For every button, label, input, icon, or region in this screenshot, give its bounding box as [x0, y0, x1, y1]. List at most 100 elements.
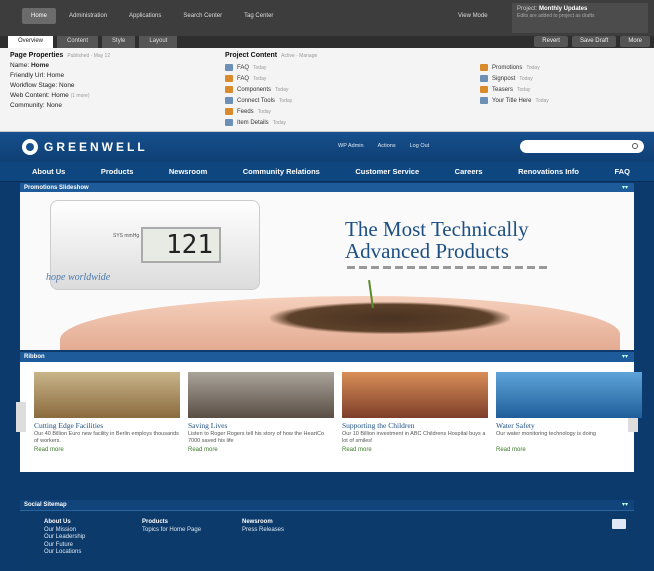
admin-nav: Home Administration Applications Search …: [22, 8, 282, 24]
list-item[interactable]: Promotions Today: [480, 63, 645, 72]
about-us-link[interactable]: About Us: [44, 519, 71, 525]
item-label: Item Details: [237, 119, 269, 126]
ribbon-card[interactable]: Water Safety Our water monitoring techno…: [496, 372, 642, 453]
logo-mark-icon: [22, 139, 38, 155]
view-mode-toggle[interactable]: View Mode: [458, 13, 488, 19]
main-menu: About Us Products Newsroom Community Rel…: [0, 162, 654, 182]
list-item[interactable]: Feeds Today: [225, 107, 390, 116]
page-icon: [225, 97, 233, 104]
menu-renovations-info[interactable]: Renovations Info: [518, 162, 579, 182]
menu-newsroom[interactable]: Newsroom: [169, 162, 207, 182]
our-leadership-link[interactable]: Our Leadership: [44, 534, 85, 540]
list-item[interactable]: Your Title Here Today: [480, 96, 645, 105]
site-preview: GREENWELL WP Admin Actions Log Out About…: [0, 132, 654, 571]
project-content-title: Project Content: [225, 52, 278, 59]
list-item[interactable]: Item Details Today: [225, 118, 390, 127]
ribbon-title: Ribbon: [24, 354, 45, 360]
panel-options-icon[interactable]: ▾▾: [622, 501, 628, 508]
nav-tag-center[interactable]: Tag Center: [235, 8, 282, 24]
card-image: [34, 372, 180, 418]
item-label: Feeds: [237, 108, 254, 115]
list-item[interactable]: FAQ Today: [225, 63, 390, 72]
our-locations-link[interactable]: Our Locations: [44, 549, 81, 555]
soil-image: [270, 302, 510, 334]
item-label: Your Title Here: [492, 97, 532, 104]
menu-products[interactable]: Products: [101, 162, 134, 182]
screen: Home Administration Applications Search …: [0, 0, 654, 571]
card-image: [342, 372, 488, 418]
web-content-icon: [480, 86, 488, 93]
slideshow-tagline: hope worldwide: [46, 272, 111, 283]
list-item[interactable]: Signpost Today: [480, 74, 645, 83]
revert-button[interactable]: Revert: [534, 36, 568, 47]
read-more-link[interactable]: Read more: [342, 447, 488, 453]
menu-customer-service[interactable]: Customer Service: [355, 162, 419, 182]
project-label: Project:: [517, 6, 538, 12]
item-date: Today: [519, 75, 533, 82]
slideshow-headline: The Most Technically Advanced Products: [345, 218, 529, 262]
mail-icon[interactable]: [612, 519, 626, 529]
log-out-link[interactable]: Log Out: [410, 143, 430, 149]
topics-link[interactable]: Topics for Home Page: [142, 527, 201, 533]
read-more-link[interactable]: Read more: [188, 447, 334, 453]
project-content: Project Content Active · Manage FAQ Today …: [225, 52, 645, 127]
our-mission-link[interactable]: Our Mission: [44, 527, 76, 533]
card-title: Supporting the Children: [342, 421, 415, 430]
newsroom-links: Newsroom Press Releases: [242, 519, 284, 534]
tab-style[interactable]: Style: [102, 36, 136, 48]
save-draft-button[interactable]: Save Draft: [571, 36, 617, 47]
menu-community-relations[interactable]: Community Relations: [243, 162, 320, 182]
search-icon[interactable]: [632, 143, 638, 149]
tab-overview[interactable]: Overview: [8, 36, 54, 48]
edit-toolbar: Overview Content Style Layout Revert Sav…: [0, 36, 654, 48]
ribbon-card[interactable]: Supporting the Children Our 10 Billion i…: [342, 372, 488, 453]
nav-administration[interactable]: Administration: [60, 8, 116, 24]
wp-admin-link[interactable]: WP Admin: [338, 143, 364, 149]
press-releases-link[interactable]: Press Releases: [242, 527, 284, 533]
community: Community: None: [10, 102, 63, 109]
item-date: Today: [257, 108, 272, 115]
project-content-actions[interactable]: Active · Manage: [281, 53, 317, 59]
brand-name: GREENWELL: [44, 140, 148, 154]
web-content-link[interactable]: Web Content: Home: [10, 92, 69, 99]
list-item[interactable]: Components Today: [225, 85, 390, 94]
project-indicator[interactable]: Project: Monthly Updates Edits are added…: [512, 3, 648, 33]
more-button[interactable]: More: [620, 36, 650, 47]
friendly-url: Friendly Url: Home: [10, 72, 65, 79]
panel-options-icon[interactable]: ▾▾: [622, 353, 628, 360]
menu-careers[interactable]: Careers: [455, 162, 483, 182]
list-item[interactable]: FAQ Today: [225, 74, 390, 83]
project-content-col-1: FAQ Today FAQ Today Components Today Connec…: [225, 61, 390, 127]
headline-subtext: [347, 266, 547, 269]
panel-options-icon[interactable]: ▾▾: [622, 184, 628, 191]
our-future-link[interactable]: Our Future: [44, 542, 73, 548]
list-item[interactable]: Teasers Today: [480, 85, 645, 94]
ribbon-card[interactable]: Saving Lives Listen to Roger Rogers tell…: [188, 372, 334, 453]
web-content-more[interactable]: (1 more): [71, 93, 90, 99]
project-note: Edits are added to project as drafts: [517, 13, 595, 19]
read-more-link[interactable]: Read more: [496, 447, 642, 453]
slideshow-title: Promotions Slideshow: [24, 185, 89, 191]
ribbon-card[interactable]: Cutting Edge Facilities Our 40 Billion E…: [34, 372, 180, 453]
site-search-input[interactable]: [520, 140, 644, 153]
page-properties: Page Properties Published · May 12 Name: …: [10, 52, 210, 109]
menu-about-us[interactable]: About Us: [32, 162, 65, 182]
nav-search-center[interactable]: Search Center: [174, 8, 231, 24]
tab-layout[interactable]: Layout: [139, 36, 178, 48]
card-description: Listen to Roger Rogers tell his story of…: [188, 431, 325, 444]
menu-faq[interactable]: FAQ: [614, 162, 629, 182]
ribbon-title-bar: Ribbon ▾▾: [20, 352, 634, 362]
list-item[interactable]: Connect Tools Today: [225, 96, 390, 105]
ribbon-prev-arrow-icon[interactable]: [16, 402, 26, 432]
products-link[interactable]: Products: [142, 519, 168, 525]
site-logo[interactable]: GREENWELL: [22, 139, 148, 155]
social-sitemap: About Us Our Mission Our Leadership Our …: [20, 510, 634, 571]
nav-home[interactable]: Home: [22, 8, 57, 24]
nav-applications[interactable]: Applications: [120, 8, 170, 24]
promotions-slideshow[interactable]: SYS mmHg 121 hope worldwide The Most Tec…: [20, 192, 634, 350]
card-description: Our water monitoring technology is doing: [496, 431, 596, 437]
actions-link[interactable]: Actions: [378, 143, 396, 149]
newsroom-link[interactable]: Newsroom: [242, 519, 273, 525]
read-more-link[interactable]: Read more: [34, 447, 180, 453]
tab-content[interactable]: Content: [57, 36, 99, 48]
